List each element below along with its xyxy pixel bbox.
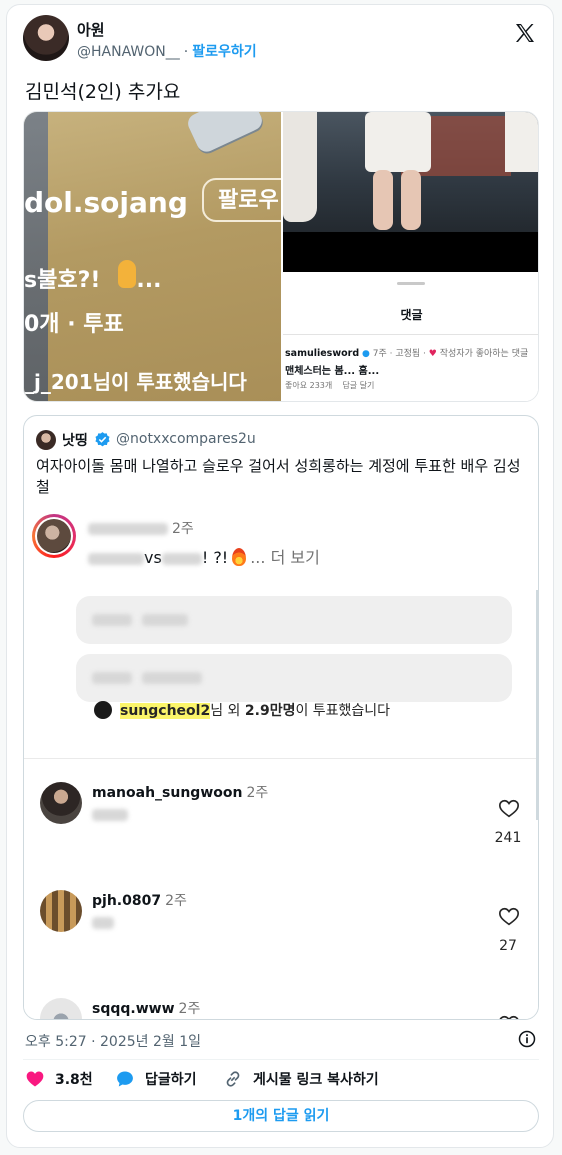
commenter-avatar xyxy=(40,998,82,1019)
separator-dot: · xyxy=(183,44,189,60)
author-handle-row: @HANAWON__ · 팔로우하기 xyxy=(77,41,257,61)
quote-avatar xyxy=(36,430,56,450)
media-grid[interactable]: dol.sojang 팔로우 s불호?!... 0개 · 투표 _j_201님이… xyxy=(23,111,539,402)
pinned-comment-body: 맨체스터는 봄... 흠... xyxy=(285,366,380,377)
reply-bubble-icon xyxy=(117,1071,133,1087)
poll-voters: sungcheol2님 외 2.9만명이 투표했습니다 xyxy=(94,700,390,720)
media-right-image[interactable]: 댓글 samuliesword ● 7주 · 고정됨 · ♥ 작성자가 좋아하는… xyxy=(283,112,538,401)
list-item: sqqq.www 2주 xyxy=(24,998,538,1019)
scrollbar[interactable] xyxy=(536,590,538,820)
pinned-comment-header: samuliesword ● 7주 · 고정됨 · ♥ 작성자가 좋아하는 댓글 xyxy=(285,348,529,359)
list-item: pjh.0807 2주 27 xyxy=(24,890,538,990)
heart-outline-icon xyxy=(499,907,519,926)
blurred-username xyxy=(88,523,168,535)
quote-author-handle: @notxxcompares2u xyxy=(116,431,256,447)
tweet-card: 아원 @HANAWON__ · 팔로우하기 김민석(2인) 추가요 dol.soja… xyxy=(6,4,554,1148)
quote-tweet[interactable]: 낫띵 @notxxcompares2u 여자아이돌 몸매 나열하고 슬로우 걸어… xyxy=(23,415,539,1020)
post-caption: vs! ?!... 더 보기 xyxy=(88,544,320,568)
black-bar xyxy=(283,232,538,272)
info-icon[interactable] xyxy=(517,1029,537,1049)
sheet-grab-handle xyxy=(397,282,425,285)
gadget-shape xyxy=(184,112,266,155)
story-ring-avatar xyxy=(32,514,76,558)
quote-text: 여자아이돌 몸매 나열하고 슬로우 걸어서 성희롱하는 계정에 투표한 배우 김… xyxy=(36,457,521,496)
comment-sheet-title: 댓글 xyxy=(400,308,423,322)
quote-screenshot: 2주 vs! ?!... 더 보기 sungcheol2님 외 2.9만명이 투… xyxy=(24,500,538,1019)
sheet-divider xyxy=(283,334,538,335)
author-name[interactable]: 아원 xyxy=(77,19,105,40)
divider xyxy=(23,1059,539,1060)
list-item: manoah_sungwoon 2주 241 xyxy=(24,782,538,882)
bag-strap xyxy=(24,112,48,401)
ig-account-name: dol.sojang xyxy=(24,186,188,219)
commenter-avatar xyxy=(40,890,82,932)
tweet-timestamp[interactable]: 오후 5:27 · 2025년 2월 1일 xyxy=(25,1031,201,1051)
post-user-row: 2주 xyxy=(88,518,194,538)
link-icon xyxy=(226,1071,240,1087)
commenter-avatar xyxy=(40,782,82,824)
pointing-hand-icon xyxy=(118,260,136,288)
read-replies-button[interactable]: 1개의 답글 읽기 xyxy=(23,1100,539,1132)
follow-button[interactable]: 팔로우하기 xyxy=(192,44,256,60)
divider xyxy=(24,758,538,759)
stage-photo xyxy=(283,112,538,232)
author-avatar[interactable] xyxy=(23,15,69,61)
verified-badge-icon xyxy=(95,432,110,447)
heart-outline-icon xyxy=(499,799,519,818)
ig-caption-line3: _j_201님이 투표했습니다 xyxy=(24,370,247,394)
pinned-comment-meta: 좋아요 233개 답글 달기 xyxy=(285,381,375,390)
author-handle[interactable]: @HANAWON__ xyxy=(77,44,180,60)
fire-emoji-icon xyxy=(232,548,247,566)
poll-option xyxy=(76,596,512,644)
heart-icon xyxy=(26,1071,44,1087)
quote-author-name: 낫띵 xyxy=(62,433,88,449)
x-logo-icon[interactable] xyxy=(513,21,537,45)
poll-option xyxy=(76,654,512,702)
ig-follow-pill: 팔로우 xyxy=(202,178,281,222)
ig-caption-line1: s불호?!... xyxy=(24,268,162,293)
tweet-text: 김민석(2인) 추가요 xyxy=(25,81,181,103)
reply-button[interactable]: 답글하기 xyxy=(115,1069,197,1089)
voter-avatar xyxy=(94,701,112,719)
like-button[interactable]: 3.8천 xyxy=(25,1069,93,1089)
ig-caption-line2: 0개 · 투표 xyxy=(24,312,124,337)
heart-icon: ♥ xyxy=(428,349,437,359)
copy-link-button[interactable]: 게시물 링크 복사하기 xyxy=(223,1069,379,1089)
heart-outline-icon xyxy=(499,1015,519,1019)
blurred-name xyxy=(161,552,202,565)
media-left-image[interactable]: dol.sojang 팔로우 s불호?!... 0개 · 투표 _j_201님이… xyxy=(24,112,281,401)
blurred-name xyxy=(88,552,144,565)
